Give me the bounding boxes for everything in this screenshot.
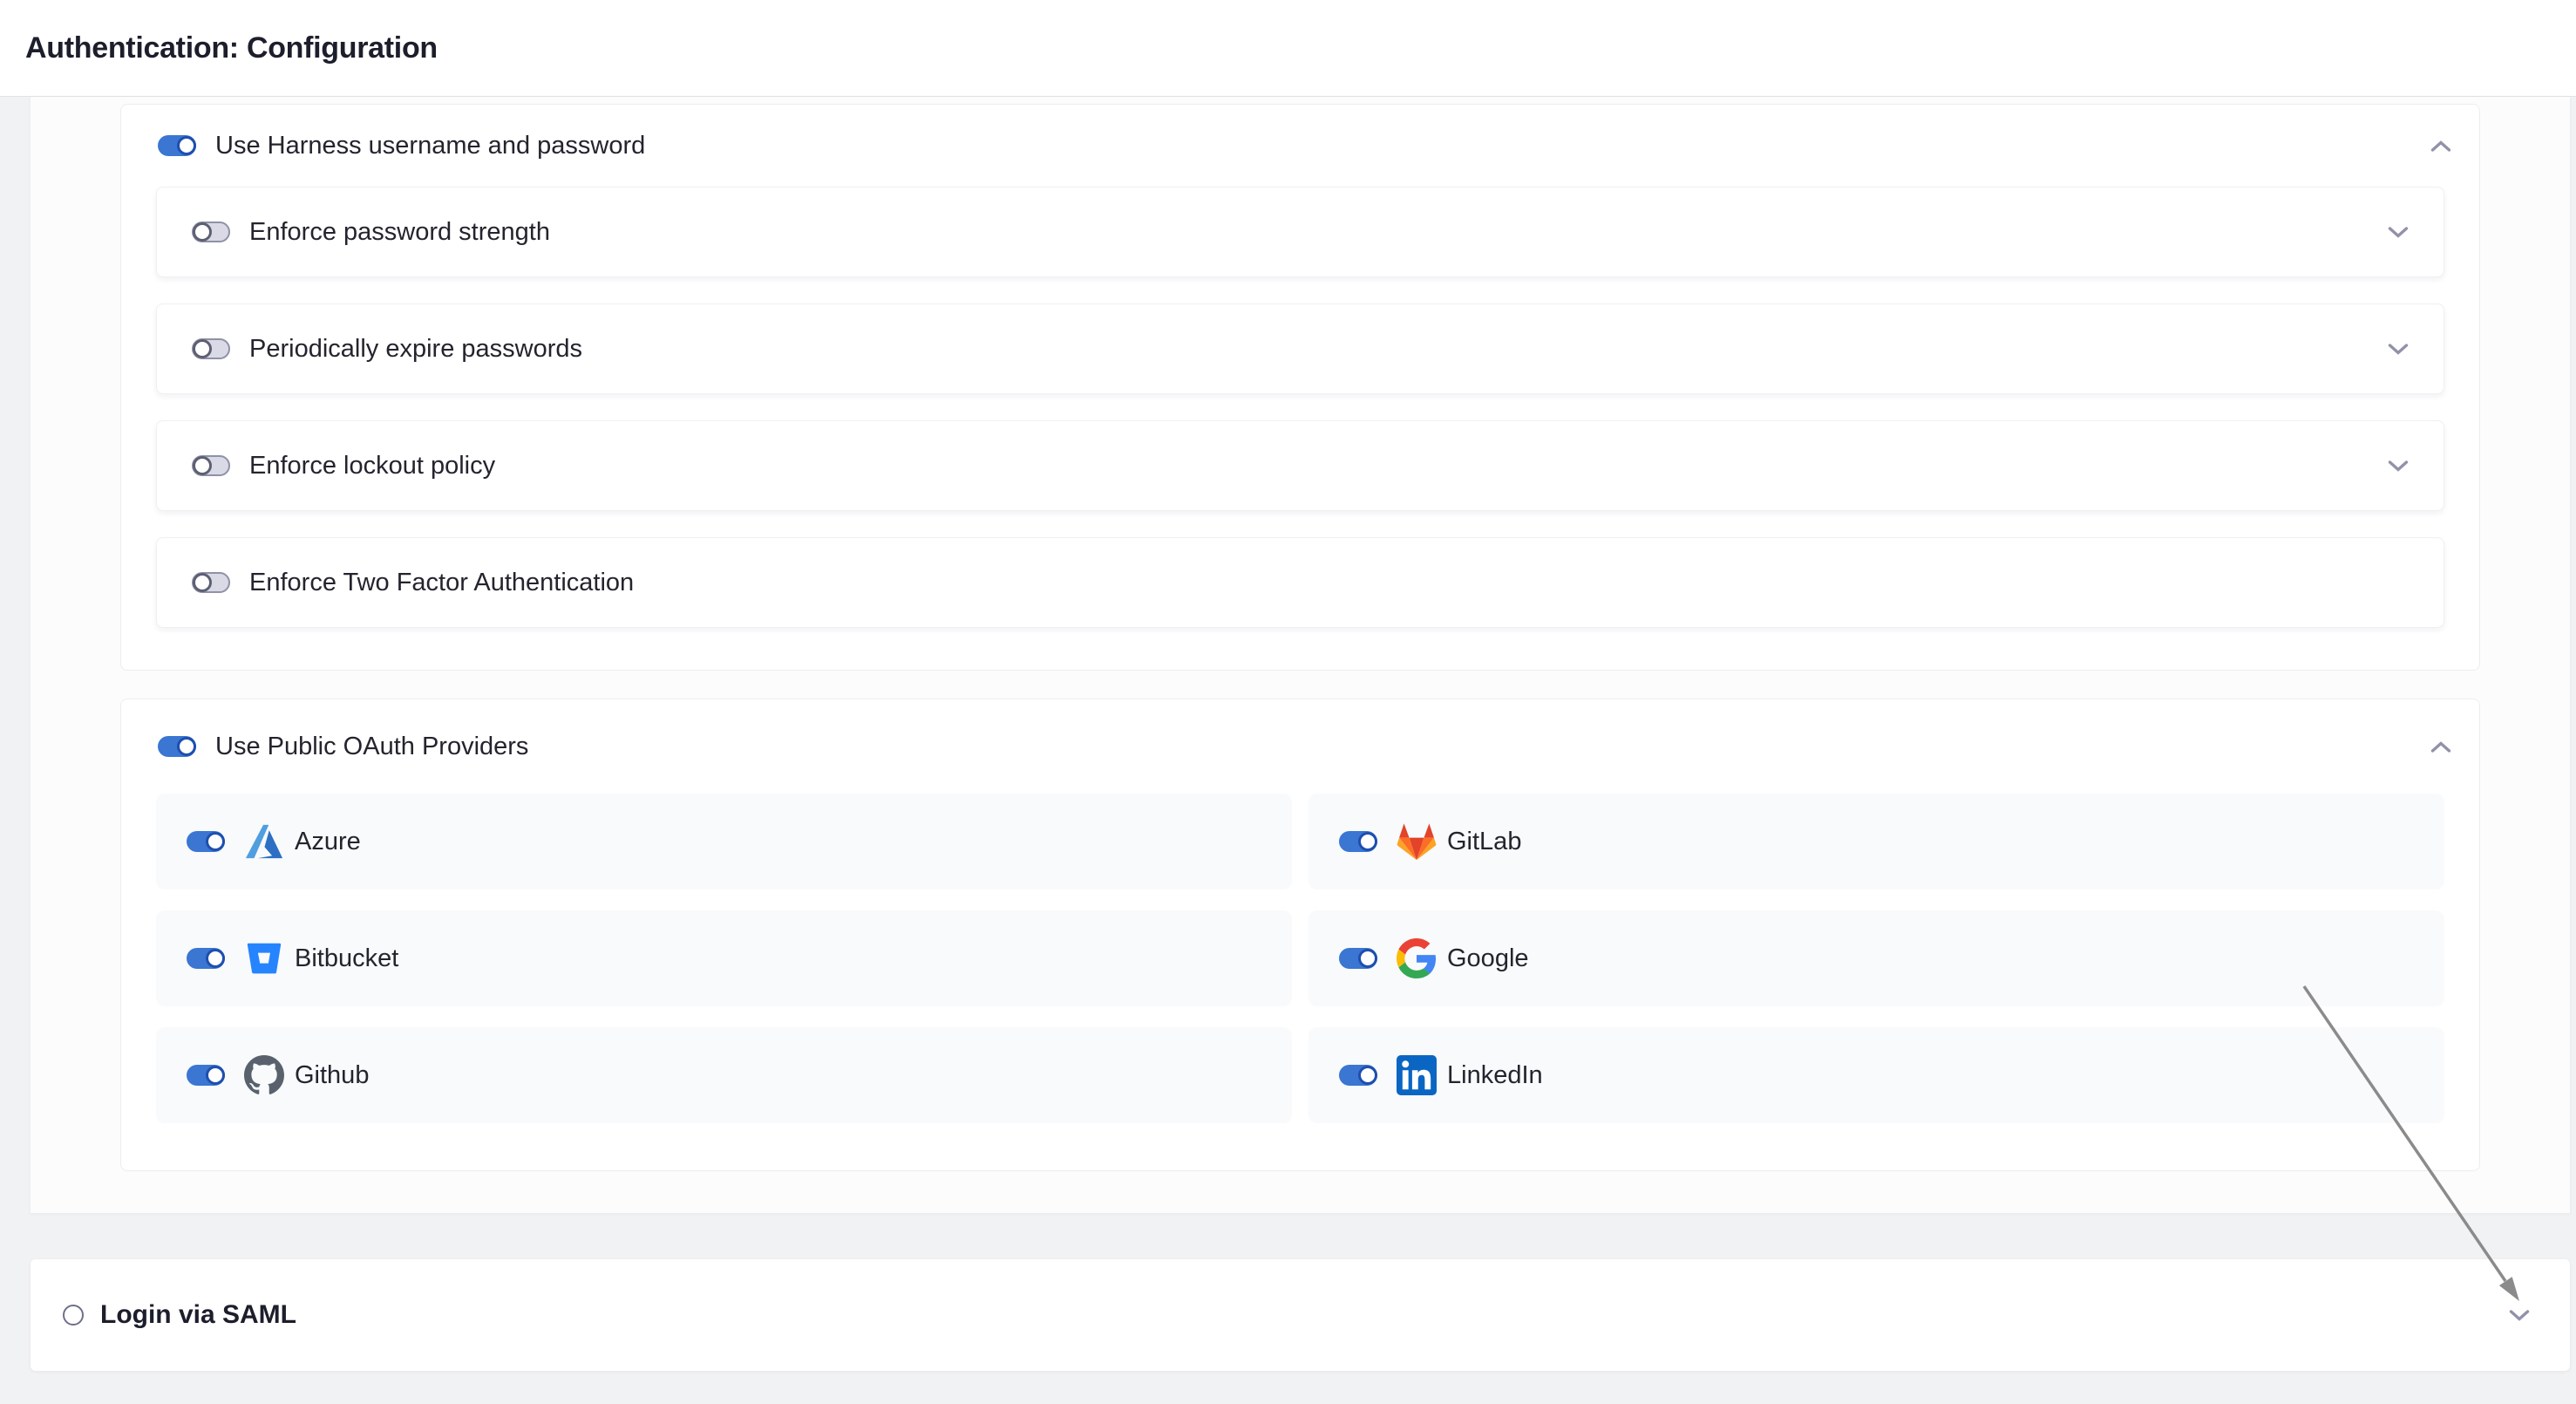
azure-icon — [244, 821, 284, 862]
two-factor-label: Enforce Two Factor Authentication — [249, 569, 634, 597]
chevron-down-icon[interactable] — [2388, 460, 2409, 473]
bitbucket-toggle[interactable] — [187, 948, 225, 969]
linkedin-icon — [1397, 1055, 1437, 1095]
provider-label: Google — [1447, 944, 1529, 973]
two-factor-row: Enforce Two Factor Authentication — [156, 537, 2444, 628]
chevron-up-icon[interactable] — [2430, 140, 2451, 153]
password-expire-toggle[interactable] — [192, 338, 230, 359]
page-header: Authentication: Configuration — [0, 0, 2576, 97]
bitbucket-icon — [244, 938, 284, 978]
password-expire-row: Periodically expire passwords — [156, 303, 2444, 394]
provider-tile-google: Google — [1308, 910, 2444, 1006]
azure-toggle[interactable] — [187, 831, 225, 852]
chevron-down-icon[interactable] — [2388, 226, 2409, 239]
toggle-knob — [206, 1066, 225, 1085]
auth-settings-panel: Use Harness username and password Enforc… — [31, 97, 2570, 1213]
username-password-toggle[interactable] — [158, 135, 196, 156]
oauth-section-header: Use Public OAuth Providers — [121, 699, 2479, 794]
password-section-header: Use Harness username and password — [121, 105, 2479, 187]
saml-label: Login via SAML — [100, 1300, 296, 1330]
oauth-section-label: Use Public OAuth Providers — [215, 733, 528, 761]
toggle-knob — [193, 573, 212, 592]
provider-label: GitLab — [1447, 828, 1521, 856]
saml-radio[interactable] — [63, 1305, 84, 1326]
provider-tile-gitlab: GitLab — [1308, 794, 2444, 889]
oauth-provider-grid: Azure GitLab — [156, 794, 2444, 1123]
gitlab-toggle[interactable] — [1339, 831, 1377, 852]
password-strength-label: Enforce password strength — [249, 218, 550, 247]
provider-label: Github — [295, 1061, 369, 1090]
toggle-knob — [1358, 1066, 1377, 1085]
provider-tile-linkedin: LinkedIn — [1308, 1027, 2444, 1123]
provider-tile-github: Github — [156, 1027, 1292, 1123]
password-strength-toggle[interactable] — [192, 222, 230, 242]
two-factor-toggle[interactable] — [192, 572, 230, 593]
lockout-policy-toggle[interactable] — [192, 455, 230, 476]
provider-tile-bitbucket: Bitbucket — [156, 910, 1292, 1006]
chevron-down-icon[interactable] — [2509, 1309, 2530, 1322]
provider-label: LinkedIn — [1447, 1061, 1543, 1090]
toggle-knob — [193, 456, 212, 475]
toggle-knob — [206, 832, 225, 851]
password-section-label: Use Harness username and password — [215, 132, 645, 160]
password-strength-row: Enforce password strength — [156, 187, 2444, 277]
oauth-providers-toggle[interactable] — [158, 736, 196, 757]
linkedin-toggle[interactable] — [1339, 1065, 1377, 1086]
google-toggle[interactable] — [1339, 948, 1377, 969]
oauth-section: Use Public OAuth Providers Azure — [120, 699, 2480, 1171]
gitlab-icon — [1397, 821, 1437, 862]
lockout-policy-row: Enforce lockout policy — [156, 420, 2444, 511]
chevron-up-icon[interactable] — [2430, 740, 2451, 753]
provider-label: Azure — [295, 828, 361, 856]
github-toggle[interactable] — [187, 1065, 225, 1086]
toggle-knob — [177, 136, 196, 155]
page-title: Authentication: Configuration — [25, 31, 438, 65]
toggle-knob — [193, 339, 212, 358]
github-icon — [244, 1055, 284, 1095]
chevron-down-icon[interactable] — [2388, 343, 2409, 356]
lockout-policy-label: Enforce lockout policy — [249, 452, 495, 480]
password-expire-label: Periodically expire passwords — [249, 335, 582, 364]
toggle-knob — [193, 222, 212, 242]
toggle-knob — [1358, 949, 1377, 968]
toggle-knob — [177, 737, 196, 756]
authentication-configuration-page: { "header": { "title": "Authentication: … — [0, 0, 2576, 1404]
toggle-knob — [206, 949, 225, 968]
password-auth-section: Use Harness username and password Enforc… — [120, 104, 2480, 671]
toggle-knob — [1358, 832, 1377, 851]
provider-label: Bitbucket — [295, 944, 398, 973]
saml-login-card: Login via SAML — [31, 1259, 2570, 1371]
google-icon — [1397, 938, 1437, 978]
provider-tile-azure: Azure — [156, 794, 1292, 889]
